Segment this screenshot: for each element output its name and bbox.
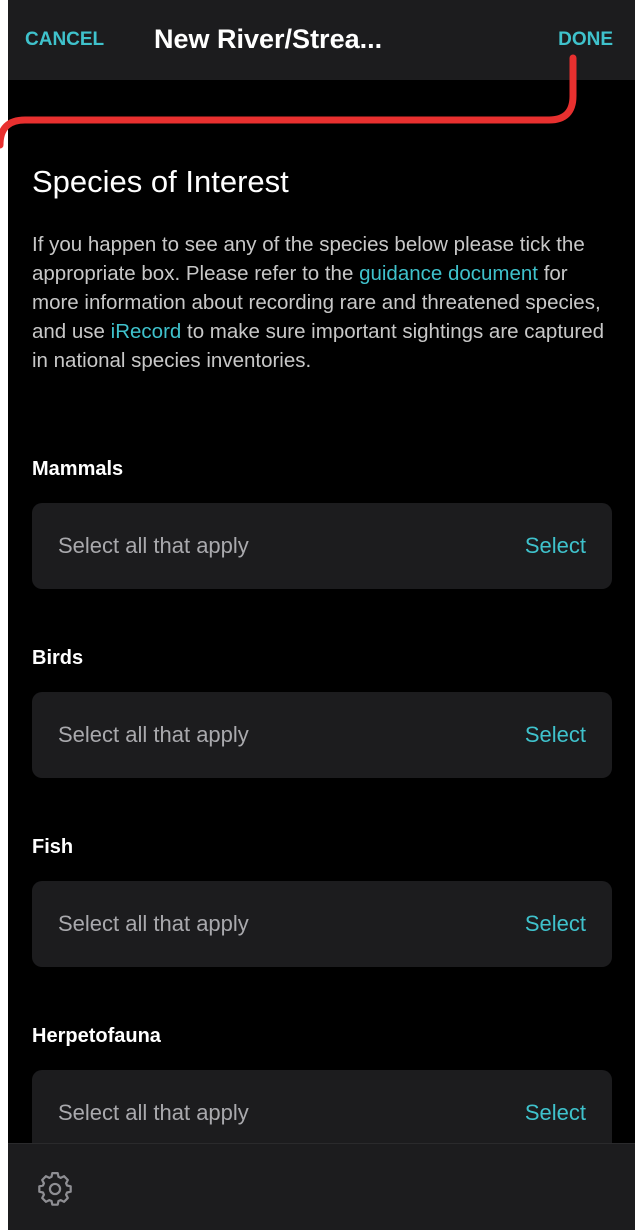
select-button[interactable]: Select (525, 533, 586, 559)
field-placeholder: Select all that apply (58, 722, 249, 747)
select-button[interactable]: Select (525, 1100, 586, 1126)
irecord-link[interactable]: iRecord (111, 320, 182, 343)
guidance-document-link[interactable]: guidance document (359, 262, 538, 285)
birds-select-field[interactable]: Select all that apply Select (32, 692, 612, 778)
cancel-button[interactable]: CANCEL (25, 29, 104, 51)
mammals-select-field[interactable]: Select all that apply Select (32, 503, 612, 589)
field-placeholder: Select all that apply (58, 1100, 249, 1125)
section-title: Species of Interest (32, 164, 289, 199)
field-placeholder: Select all that apply (58, 911, 249, 936)
group-label-herpetofauna: Herpetofauna (32, 1025, 161, 1047)
top-bar: CANCEL New River/Strea... DONE (8, 0, 635, 80)
select-button[interactable]: Select (525, 722, 586, 748)
gear-icon[interactable] (36, 1170, 74, 1208)
group-label-mammals: Mammals (32, 458, 124, 480)
done-button[interactable]: DONE (558, 29, 613, 51)
section-description: If you happen to see any of the species … (32, 230, 617, 375)
bottom-toolbar (8, 1143, 635, 1230)
group-label-birds: Birds (32, 647, 84, 669)
app-screen: CANCEL New River/Strea... DONE Species o… (8, 0, 635, 1230)
group-label-fish: Fish (32, 836, 74, 858)
select-button[interactable]: Select (525, 911, 586, 937)
page-title: New River/Strea... (154, 24, 383, 54)
fish-select-field[interactable]: Select all that apply Select (32, 881, 612, 967)
field-placeholder: Select all that apply (58, 533, 249, 558)
